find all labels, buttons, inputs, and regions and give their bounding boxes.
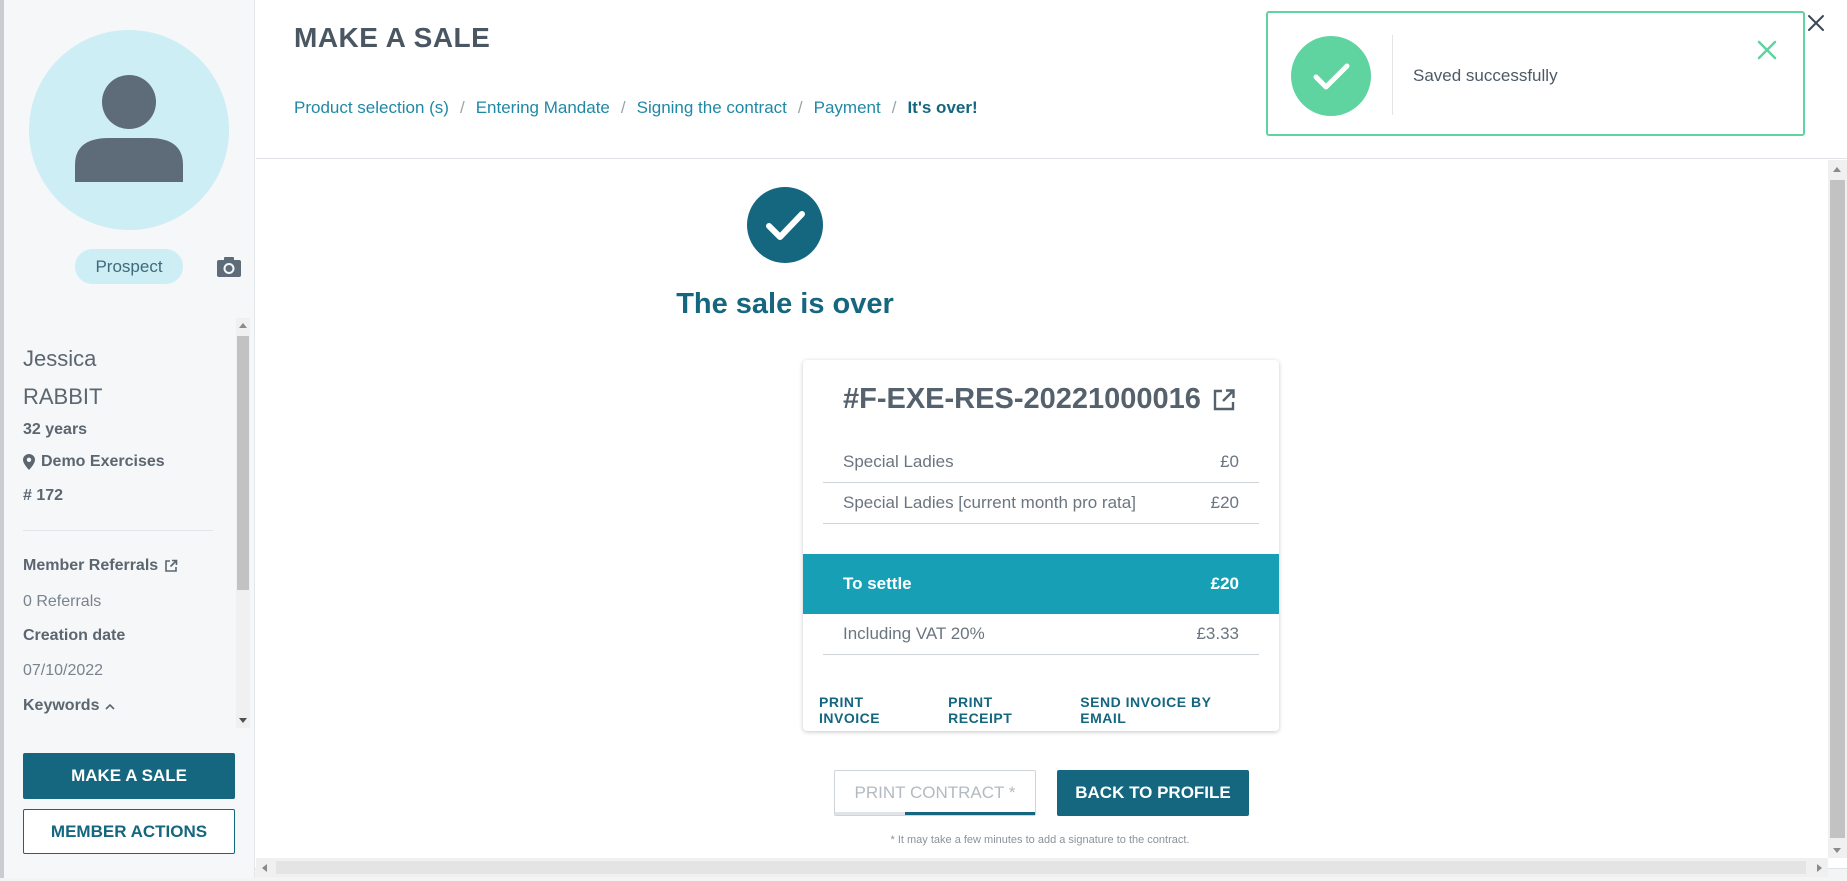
breadcrumb-payment[interactable]: Payment: [814, 98, 881, 118]
sale-complete-check-circle: [747, 187, 823, 263]
breadcrumb-product-selection[interactable]: Product selection (s): [294, 98, 449, 118]
member-club: Demo Exercises: [23, 453, 165, 471]
member-last-name: RABBIT: [23, 384, 103, 409]
print-receipt-button[interactable]: PRINT RECEIPT: [948, 694, 1058, 726]
scroll-up-arrow-icon[interactable]: [239, 323, 247, 328]
print-contract-button[interactable]: PRINT CONTRACT *: [834, 770, 1036, 816]
make-a-sale-button[interactable]: MAKE A SALE: [23, 753, 235, 799]
avatar: [29, 30, 229, 230]
toast-divider: [1392, 35, 1393, 115]
check-icon: [766, 211, 805, 240]
member-first-name: Jessica: [23, 346, 97, 371]
breadcrumb-separator: /: [797, 98, 803, 117]
invoice-actions: PRINT INVOICE PRINT RECEIPT SEND INVOICE…: [819, 694, 1279, 726]
breadcrumb-entering-mandate[interactable]: Entering Mandate: [476, 98, 610, 118]
open-invoice-icon[interactable]: [1211, 387, 1237, 413]
chevron-up-icon: [105, 703, 116, 710]
breadcrumb-separator: /: [459, 98, 465, 117]
scroll-down-arrow-icon[interactable]: [239, 718, 247, 723]
toast-check-circle: [1291, 36, 1371, 116]
back-to-profile-button[interactable]: BACK TO PROFILE: [1057, 770, 1249, 816]
scroll-down-arrow-icon[interactable]: [1833, 848, 1841, 853]
breadcrumb-its-over: It's over!: [907, 98, 978, 117]
print-invoice-button[interactable]: PRINT INVOICE: [819, 694, 926, 726]
invoice-number-row: #F-EXE-RES-20221000016: [843, 383, 1237, 416]
signature-note: * It may take a few minutes to add a sig…: [890, 834, 1190, 846]
success-toast: Saved successfully: [1266, 11, 1805, 136]
vat-amount: £3.33: [1196, 624, 1239, 643]
invoice-number: #F-EXE-RES-20221000016: [843, 383, 1201, 415]
member-referrals-value: 0 Referrals: [23, 593, 102, 610]
breadcrumb-separator: /: [891, 98, 897, 117]
app-window: Prospect Jessica RABBIT 32 years Demo Ex…: [0, 0, 1847, 881]
send-invoice-email-button[interactable]: SEND INVOICE BY EMAIL: [1080, 694, 1257, 726]
status-badge: Prospect: [75, 249, 183, 284]
member-age: 32 years: [23, 421, 88, 438]
sale-over-heading: The sale is over: [676, 288, 894, 320]
breadcrumb-signing-contract[interactable]: Signing the contract: [637, 98, 787, 118]
progress-track: [835, 812, 905, 815]
line-item-amount: £20: [1210, 493, 1239, 512]
member-referrals-link[interactable]: Member Referrals: [23, 557, 178, 575]
member-id: # 172: [23, 487, 64, 504]
to-settle-label: To settle: [843, 574, 912, 593]
scrollbar-thumb[interactable]: [276, 861, 1806, 874]
camera-icon[interactable]: [216, 256, 242, 278]
print-contract-label: PRINT CONTRACT *: [854, 783, 1016, 802]
line-item-label: Special Ladies: [843, 452, 954, 471]
user-silhouette-icon: [75, 75, 183, 182]
member-actions-button[interactable]: MEMBER ACTIONS: [23, 809, 235, 854]
keywords-toggle[interactable]: Keywords: [23, 697, 116, 715]
member-club-label: Demo Exercises: [41, 453, 165, 470]
progress-fill: [905, 812, 1035, 815]
line-item-label: Special Ladies [current month pro rata]: [843, 493, 1136, 512]
toast-message: Saved successfully: [1413, 66, 1558, 85]
location-pin-icon: [23, 454, 35, 470]
main-horizontal-scrollbar[interactable]: [256, 858, 1828, 877]
scroll-up-arrow-icon[interactable]: [1833, 167, 1841, 172]
toast-close-icon[interactable]: [1756, 39, 1778, 61]
scrollbar-thumb[interactable]: [1830, 180, 1845, 838]
scrollbar-thumb[interactable]: [237, 336, 249, 590]
creation-date-label: Creation date: [23, 627, 126, 644]
invoice-line-item: Special Ladies [current month pro rata] …: [823, 483, 1259, 524]
to-settle-amount: £20: [1210, 574, 1239, 593]
keywords-label: Keywords: [23, 697, 100, 714]
main-vertical-scrollbar[interactable]: [1828, 160, 1847, 858]
invoice-line-item: Special Ladies £0: [823, 442, 1259, 483]
header-divider: [256, 158, 1847, 159]
vat-row: Including VAT 20% £3.33: [823, 614, 1259, 655]
sidebar-scrollbar[interactable]: [236, 318, 250, 728]
breadcrumb: Product selection (s) / Entering Mandate…: [294, 98, 978, 118]
to-settle-row: To settle £20: [803, 554, 1279, 614]
check-icon: [1313, 63, 1350, 90]
modal-close-icon[interactable]: [1805, 12, 1827, 34]
page-title: MAKE A SALE: [294, 22, 491, 53]
vat-label: Including VAT 20%: [843, 624, 985, 643]
line-item-amount: £0: [1220, 452, 1239, 471]
scroll-right-arrow-icon[interactable]: [1817, 864, 1822, 872]
invoice-card: #F-EXE-RES-20221000016 Special Ladies £0…: [803, 360, 1279, 731]
external-link-icon: [165, 559, 178, 572]
member-referrals-label: Member Referrals: [23, 557, 159, 574]
creation-date-value: 07/10/2022: [23, 662, 104, 679]
member-sidebar: Prospect Jessica RABBIT 32 years Demo Ex…: [0, 0, 255, 878]
sidebar-divider: [23, 530, 213, 531]
breadcrumb-separator: /: [620, 98, 626, 117]
scroll-left-arrow-icon[interactable]: [262, 864, 267, 872]
